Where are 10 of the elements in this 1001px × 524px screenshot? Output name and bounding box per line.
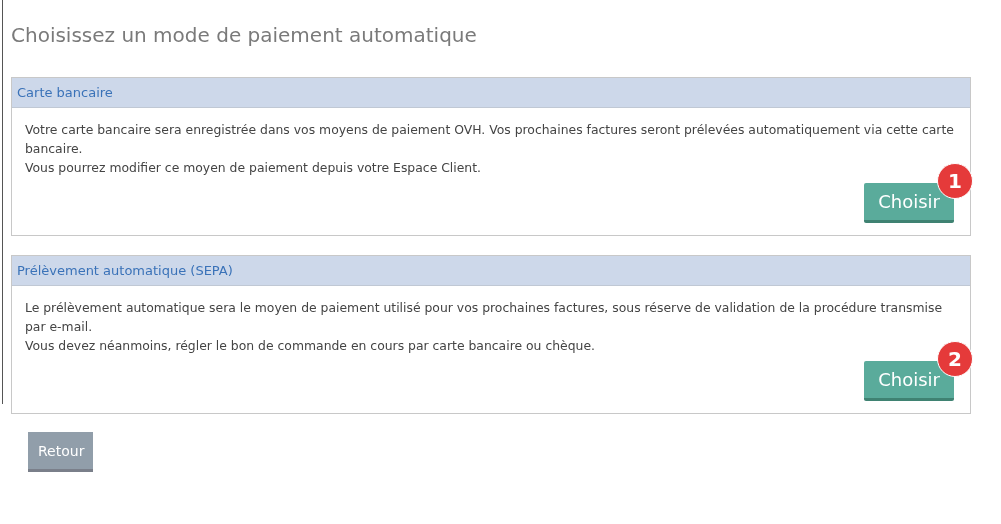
- page-title: Choisissez un mode de paiement automatique: [11, 22, 477, 48]
- panel-heading: Carte bancaire: [17, 85, 113, 100]
- number-badge: 2: [937, 341, 973, 377]
- panel-heading: Prélèvement automatique (SEPA): [17, 263, 233, 278]
- description-text: Votre carte bancaire sera enregistrée dans vos moyens de paiement OVH. Vos prochaines factures seront prélevées automatiquement via cette carte bancaire.: [25, 121, 954, 158]
- description-text: Le prélèvement automatique sera le moyen de paiement utilisé pour vos prochaines factures, sous réserve de validation de la procédure transmise par e-mail.: [25, 299, 944, 336]
- description-text: Vous devez néanmoins, régler le bon de commande en cours par carte bancaire ou chèque.: [25, 337, 596, 355]
- description-text: Vous pourrez modifier ce moyen de paiement depuis votre Espace Client.: [25, 159, 482, 177]
- number-badge: 1: [937, 163, 973, 199]
- back-button[interactable]: Retour: [28, 432, 93, 472]
